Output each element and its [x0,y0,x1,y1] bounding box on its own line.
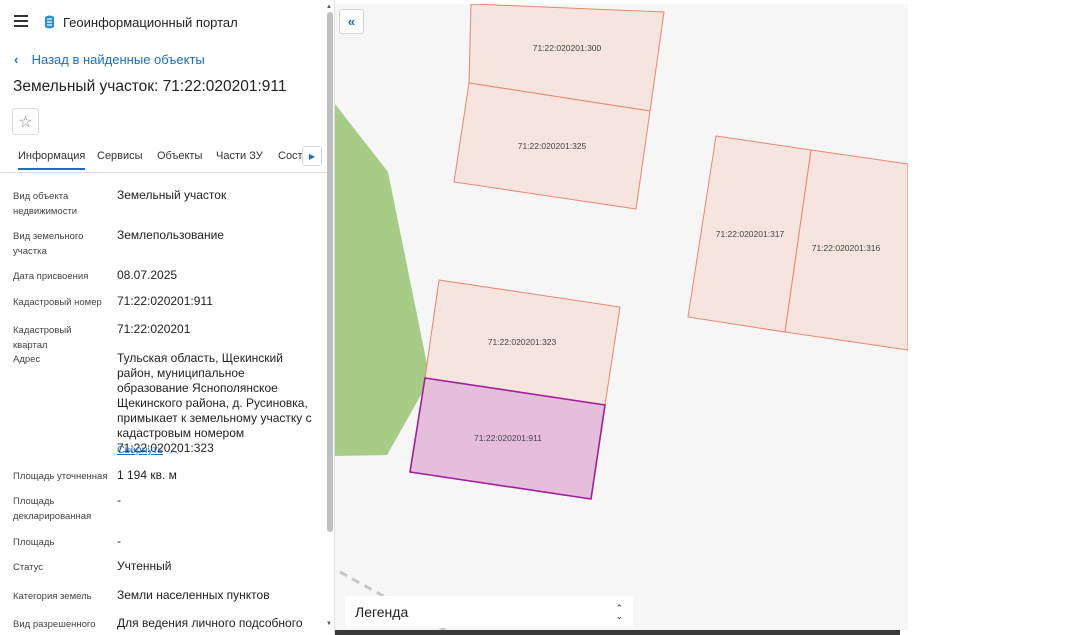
app-title: Геоинформационный портал [63,15,238,30]
field-value-area-declared: - [117,493,121,507]
caret-right-icon: ▶ [308,151,316,161]
field-label-address: Адрес [13,354,41,365]
parcel-label-911: 71:22:020201:911 [474,433,542,443]
favorite-button[interactable]: ☆ [12,108,39,135]
hamburger-icon[interactable] [14,15,28,27]
field-value-area-precise: 1 194 кв. м [117,468,177,482]
sort-updown-icon: ⌃ ⌄ [615,603,623,621]
field-value-object-type: Земельный участок [117,188,227,202]
collapse-link-label: Свернуть [117,444,164,456]
field-value-cadastral-number: 71:22:020201:911 [117,294,213,308]
legend-label: Легенда [355,604,409,620]
chevron-left-icon: ‹ [14,52,19,67]
field-value-area: - [117,534,121,548]
tabs-scroll-right-button[interactable]: ▶ [302,146,322,166]
tab-info[interactable]: Информация [18,150,86,170]
collapse-panel-button[interactable]: « [339,9,364,34]
page-title: Земельный участок: 71:22:020201:911 [13,78,287,95]
field-label-area-declared: Площадь декларированная [13,496,92,522]
field-label-land-category: Категория земель [13,591,92,602]
tab-bar: Информация Сервисы Объекты Части ЗУ Сост… [0,146,328,173]
field-value-status: Учтенный [117,559,172,573]
parcel-label-317: 71:22:020201:317 [716,229,785,239]
top-bar: Геоинформационный портал [0,0,330,44]
parcel-label-316: 71:22:020201:316 [812,243,881,253]
field-label-assign-date: Дата присвоения [13,271,89,282]
chevron-up-icon: ︿ [169,445,179,455]
collapse-address-link[interactable]: Свернуть ︿ [117,443,178,456]
field-value-address: Тульская область, Щекинский район, муниц… [117,351,312,455]
parcel-label-325: 71:22:020201:325 [518,141,587,151]
field-label-status: Статус [13,562,44,573]
scroll-down-arrow-icon[interactable]: ▼ [326,621,332,627]
field-value-cadastral-quarter: 71:22:020201 [117,322,191,336]
field-label-object-type: Вид объекта недвижимости [13,191,78,217]
field-value-permitted-use: Для ведения личного подсобного [117,616,303,630]
parcel-label-300: 71:22:020201:300 [533,43,602,53]
field-label-permitted-use: Вид разрешенного [13,619,96,630]
field-label-parcel-type: Вид земельного участка [13,231,84,257]
back-link-label: Назад в найденные объекты [31,52,205,67]
scroll-up-arrow-icon[interactable]: ▲ [326,4,332,10]
legend-dropdown[interactable]: Легенда ⌃ ⌄ [345,596,633,628]
tab-parts[interactable]: Части ЗУ [216,150,263,162]
parcel-label-323: 71:22:020201:323 [488,337,557,347]
object-info-panel: Геоинформационный портал ‹ Назад в найде… [0,0,335,635]
map-layer: 71:22:020201:300 71:22:020201:325 71:22:… [335,4,908,630]
field-label-area: Площадь [13,537,55,548]
field-label-area-precise: Площадь уточненная [13,471,108,482]
bottom-strip [335,630,900,635]
field-value-land-category: Земли населенных пунктов [117,588,270,602]
field-label-cadastral-quarter: Кадастровый квартал [13,325,72,351]
map-canvas[interactable]: 71:22:020201:300 71:22:020201:325 71:22:… [335,4,908,630]
portal-logo-icon [45,15,54,29]
field-value-parcel-type: Землепользование [117,228,224,242]
field-value-assign-date: 08.07.2025 [117,268,178,282]
tab-objects[interactable]: Объекты [157,150,202,162]
field-label-cadastral-number: Кадастровый номер [13,297,102,308]
back-to-results-link[interactable]: ‹ Назад в найденные объекты [14,52,205,67]
green-area [335,104,430,456]
star-icon: ☆ [18,113,33,131]
panel-scrollbar[interactable] [327,12,333,532]
double-chevron-left-icon: « [347,14,356,29]
tab-services[interactable]: Сервисы [97,150,143,162]
